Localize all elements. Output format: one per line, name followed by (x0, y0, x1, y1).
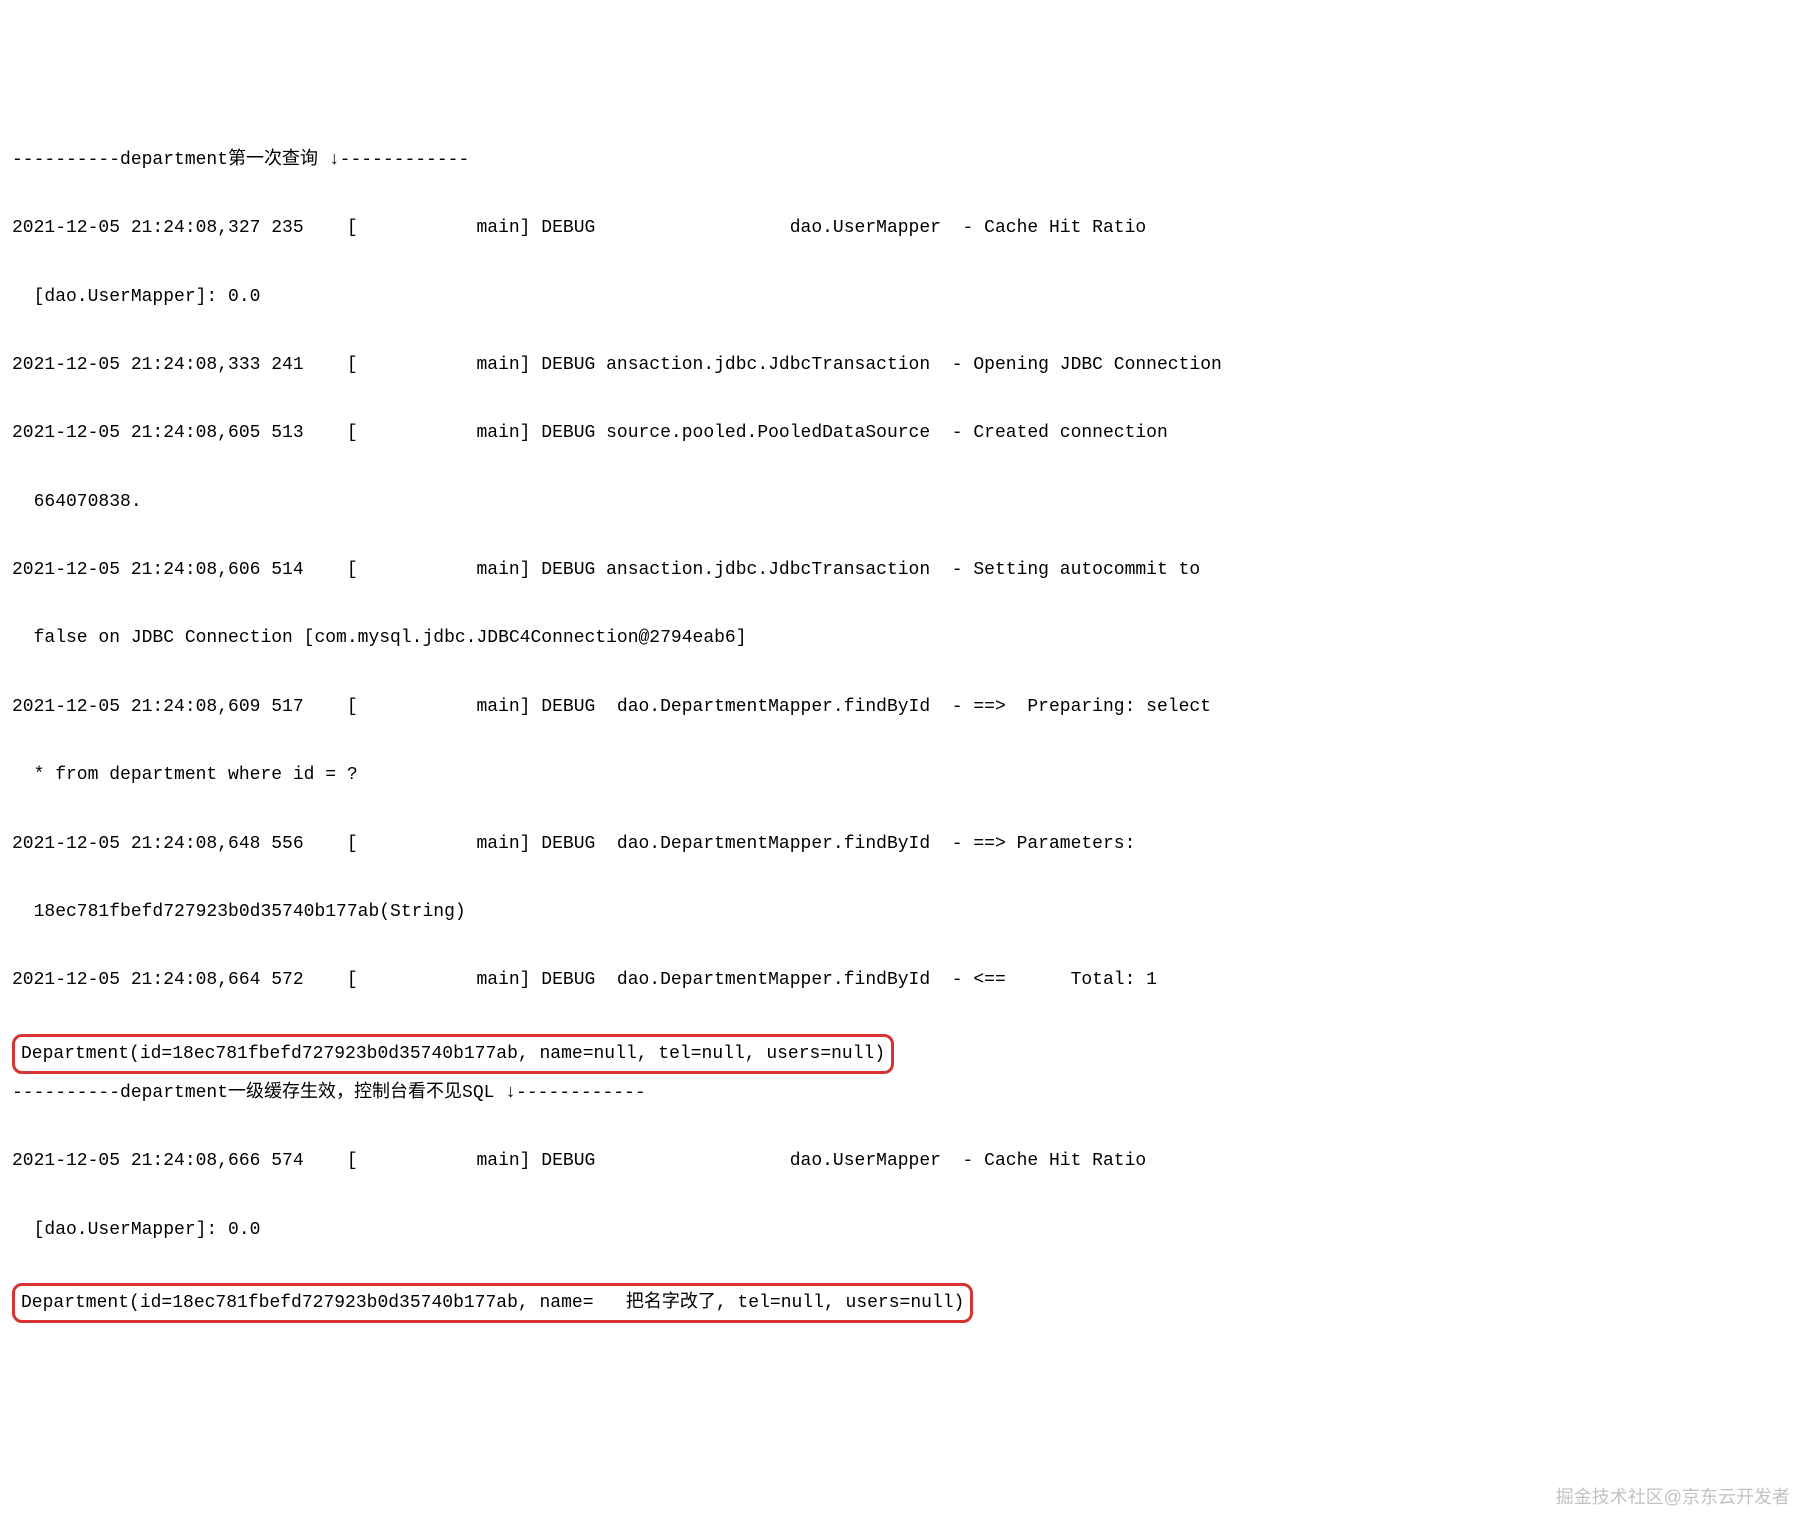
log-header-1: ----------department第一次查询 ↓------------ (12, 143, 1808, 177)
highlighted-result-1: Department(id=18ec781fbefd727923b0d35740… (12, 1034, 894, 1074)
log-line: [dao.UserMapper]: 0.0 (12, 1213, 1808, 1247)
log-line: false on JDBC Connection [com.mysql.jdbc… (12, 621, 1808, 655)
log-line: * from department where id = ? (12, 758, 1808, 792)
log-line: 18ec781fbefd727923b0d35740b177ab(String) (12, 895, 1808, 929)
log-line: 2021-12-05 21:24:08,327 235 [ main] DEBU… (12, 211, 1808, 245)
log-line: [dao.UserMapper]: 0.0 (12, 280, 1808, 314)
log-line: 2021-12-05 21:24:08,666 574 [ main] DEBU… (12, 1144, 1808, 1178)
log-line: 2021-12-05 21:24:08,605 513 [ main] DEBU… (12, 416, 1808, 450)
log-line: 2021-12-05 21:24:08,648 556 [ main] DEBU… (12, 827, 1808, 861)
log-line: 2021-12-05 21:24:08,333 241 [ main] DEBU… (12, 348, 1808, 382)
log-line: 664070838. (12, 485, 1808, 519)
watermark-text: 掘金技术社区@京东云开发者 (1556, 1480, 1790, 1514)
log-line: 2021-12-05 21:24:08,664 572 [ main] DEBU… (12, 963, 1808, 997)
log-header-2: ----------department一级缓存生效，控制台看不见SQL ↓--… (12, 1076, 1808, 1110)
log-line: 2021-12-05 21:24:08,606 514 [ main] DEBU… (12, 553, 1808, 587)
log-line: 2021-12-05 21:24:08,609 517 [ main] DEBU… (12, 690, 1808, 724)
highlighted-result-2: Department(id=18ec781fbefd727923b0d35740… (12, 1283, 973, 1323)
